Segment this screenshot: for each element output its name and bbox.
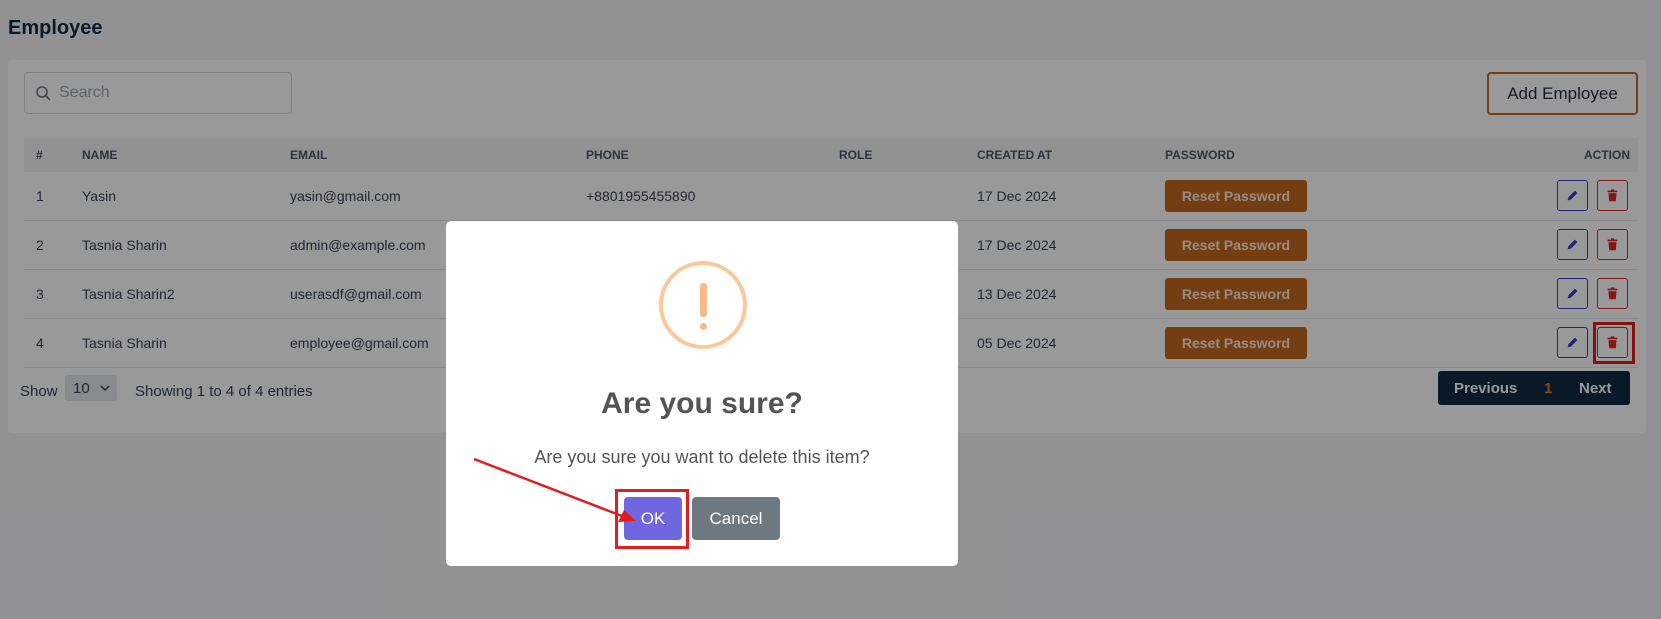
dialog-text: Are you sure you want to delete this ite…	[534, 447, 870, 467]
ok-highlight-annotation	[615, 489, 689, 549]
cancel-button[interactable]: Cancel	[692, 497, 780, 540]
dialog-title: Are you sure?	[601, 387, 803, 420]
exclamation-icon	[659, 261, 747, 349]
confirm-dialog: Are you sure? Are you sure you want to d…	[446, 221, 958, 566]
